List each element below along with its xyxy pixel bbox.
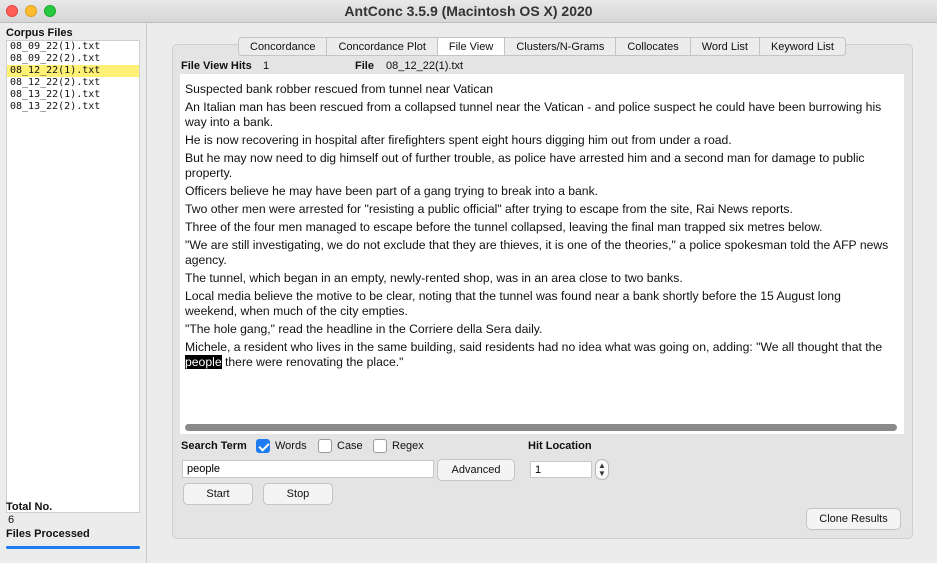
title-bar: AntConc 3.5.9 (Macintosh OS X) 2020 [0,0,937,23]
text-paragraph: The tunnel, which began in an empty, new… [185,271,683,285]
text-paragraph: But he may now need to dig himself out o… [185,151,865,180]
tab-concordance[interactable]: Concordance [238,37,328,56]
text-paragraph: An Italian man has been rescued from a c… [185,100,882,129]
progress-fill [6,546,140,549]
file-view-hits-label: File View Hits [181,60,252,72]
text-paragraph: Two other men were arrested for "resisti… [185,202,793,216]
tab-bar: Concordance Concordance Plot File View Clus… [238,37,846,57]
files-processed-label: Files Processed [6,528,90,540]
words-label: Words [275,440,307,452]
search-term-label: Search Term [181,440,247,452]
text-paragraph: "We are still investigating, we do not e… [185,238,889,267]
regex-label: Regex [392,440,424,452]
corpus-file-item[interactable]: 08_13_22(1).txt [7,89,139,101]
corpus-file-item[interactable]: 08_12_22(1).txt [7,65,139,77]
hit-location-label: Hit Location [528,440,592,452]
case-checkbox[interactable] [318,439,332,453]
stepper-icon[interactable]: ▲ ▼ [595,459,609,480]
file-label: File [355,60,374,72]
words-checkbox[interactable] [256,439,270,453]
sidebar-divider[interactable] [146,23,147,563]
files-processed-progress [6,546,140,549]
tab-file-view[interactable]: File View [437,37,506,56]
tab-word-list[interactable]: Word List [690,37,760,56]
text-paragraph: Officers believe he may have been part o… [185,184,599,198]
horizontal-scrollbar[interactable] [185,424,897,431]
file-text-view[interactable]: Suspected bank robber rescued from tunne… [180,74,904,434]
search-input[interactable] [182,460,434,478]
text-paragraph: Local media believe the motive to be cle… [185,289,841,318]
text-paragraph: Three of the four men managed to escape … [185,220,823,234]
regex-checkbox[interactable] [373,439,387,453]
total-label: Total No. [6,501,53,513]
corpus-file-item[interactable]: 08_09_22(2).txt [7,53,139,65]
highlighted-hit[interactable]: people [185,355,222,369]
clone-results-button[interactable]: Clone Results [806,508,901,530]
stop-button[interactable]: Stop [263,483,333,505]
tab-clusters-n-grams[interactable]: Clusters/N-Grams [505,37,617,56]
text-paragraph: Suspected bank robber rescued from tunne… [185,82,494,96]
start-button[interactable]: Start [183,483,253,505]
corpus-file-list[interactable]: 08_09_22(1).txt 08_09_22(2).txt 08_12_22(1… [6,40,140,513]
corpus-file-item[interactable]: 08_12_22(2).txt [7,77,139,89]
tab-concordance-plot[interactable]: Concordance Plot [327,37,438,56]
corpus-sidebar: Corpus Files 08_09_22(1).txt 08_09_22(2).… [0,23,146,563]
text-after-hit: there were renovating the place." [221,355,404,369]
corpus-files-header: Corpus Files [6,27,73,39]
text-before-hit: Michele, a resident who lives in the sam… [185,340,883,354]
tab-keyword-list[interactable]: Keyword List [759,37,846,56]
file-value: 08_12_22(1).txt [386,60,464,72]
window-title: AntConc 3.5.9 (Macintosh OS X) 2020 [344,3,593,19]
corpus-file-item[interactable]: 08_13_22(2).txt [7,101,139,113]
text-paragraph: "The hole gang," read the headline in th… [185,322,543,336]
advanced-button[interactable]: Advanced [437,459,515,481]
last-paragraph: Michele, a resident who lives in the sam… [180,340,904,370]
corpus-file-item[interactable]: 08_09_22(1).txt [7,41,139,53]
hit-location-input[interactable] [530,461,592,478]
total-value: 6 [8,514,15,526]
tab-collocates[interactable]: Collocates [616,37,691,56]
file-view-hits-value: 1 [263,60,270,72]
case-label: Case [337,440,363,452]
text-paragraph: He is now recovering in hospital after f… [185,133,732,147]
